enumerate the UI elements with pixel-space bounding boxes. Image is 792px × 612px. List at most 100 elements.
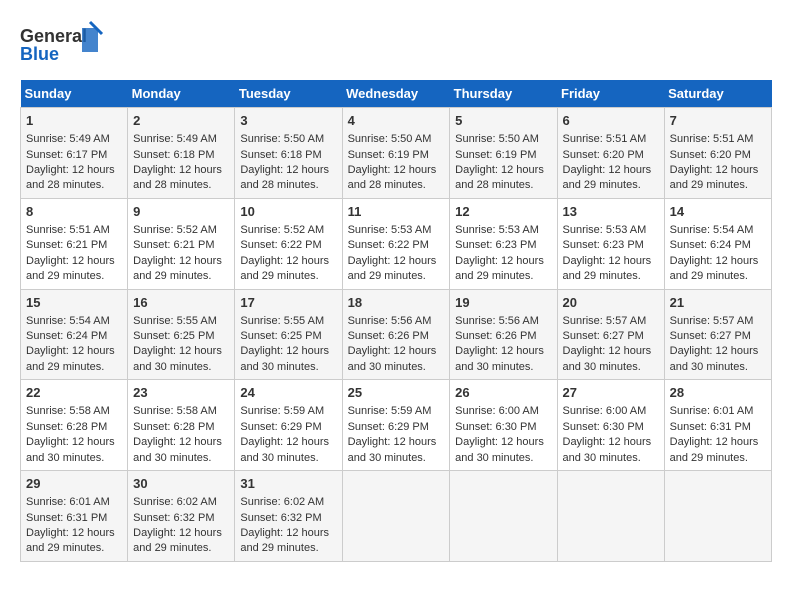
sunrise-text: Sunrise: 5:53 AM — [348, 224, 432, 236]
day-number: 15 — [26, 294, 122, 312]
header: General Blue — [20, 20, 772, 70]
daylight-text: Daylight: 12 hours and 30 minutes. — [240, 436, 329, 463]
sunrise-text: Sunrise: 5:50 AM — [348, 133, 432, 145]
daylight-text: Daylight: 12 hours and 30 minutes. — [670, 345, 759, 372]
day-number: 23 — [133, 384, 229, 402]
sunrise-text: Sunrise: 5:55 AM — [240, 315, 324, 327]
sunrise-text: Sunrise: 6:00 AM — [455, 405, 539, 417]
daylight-text: Daylight: 12 hours and 30 minutes. — [455, 345, 544, 372]
day-cell: 17Sunrise: 5:55 AMSunset: 6:25 PMDayligh… — [235, 289, 342, 380]
daylight-text: Daylight: 12 hours and 29 minutes. — [670, 164, 759, 191]
sunrise-text: Sunrise: 5:52 AM — [133, 224, 217, 236]
col-header-saturday: Saturday — [664, 80, 771, 108]
day-cell: 21Sunrise: 5:57 AMSunset: 6:27 PMDayligh… — [664, 289, 771, 380]
day-number: 28 — [670, 384, 766, 402]
day-number: 20 — [563, 294, 659, 312]
sunset-text: Sunset: 6:30 PM — [563, 421, 644, 433]
sunrise-text: Sunrise: 5:58 AM — [26, 405, 110, 417]
col-header-thursday: Thursday — [450, 80, 557, 108]
svg-text:General: General — [20, 26, 87, 46]
daylight-text: Daylight: 12 hours and 28 minutes. — [133, 164, 222, 191]
day-number: 25 — [348, 384, 445, 402]
day-number: 14 — [670, 203, 766, 221]
sunrise-text: Sunrise: 6:02 AM — [240, 496, 324, 508]
daylight-text: Daylight: 12 hours and 28 minutes. — [348, 164, 437, 191]
sunset-text: Sunset: 6:29 PM — [348, 421, 429, 433]
logo: General Blue — [20, 20, 110, 70]
daylight-text: Daylight: 12 hours and 30 minutes. — [240, 345, 329, 372]
daylight-text: Daylight: 12 hours and 29 minutes. — [133, 255, 222, 282]
day-cell — [664, 471, 771, 562]
day-number: 3 — [240, 112, 336, 130]
day-cell: 31 Sunrise: 6:02 AM Sunset: 6:32 PM Dayligh… — [235, 471, 342, 562]
sunset-text: Sunset: 6:18 PM — [133, 149, 214, 161]
day-number: 17 — [240, 294, 336, 312]
day-number: 12 — [455, 203, 551, 221]
daylight-text: Daylight: 12 hours and 30 minutes. — [26, 436, 115, 463]
day-cell — [342, 471, 450, 562]
sunset-text: Sunset: 6:32 PM — [133, 512, 214, 524]
daylight-text: Daylight: 12 hours and 29 minutes. — [348, 255, 437, 282]
week-row-1: 1Sunrise: 5:49 AMSunset: 6:17 PMDaylight… — [21, 108, 772, 199]
sunset-text: Sunset: 6:21 PM — [26, 239, 107, 251]
day-number: 27 — [563, 384, 659, 402]
day-cell: 8Sunrise: 5:51 AMSunset: 6:21 PMDaylight… — [21, 198, 128, 289]
day-cell: 24Sunrise: 5:59 AMSunset: 6:29 PMDayligh… — [235, 380, 342, 471]
day-cell: 16Sunrise: 5:55 AMSunset: 6:25 PMDayligh… — [128, 289, 235, 380]
sunrise-text: Sunrise: 5:59 AM — [348, 405, 432, 417]
sunset-text: Sunset: 6:27 PM — [563, 330, 644, 342]
day-number: 1 — [26, 112, 122, 130]
day-cell — [450, 471, 557, 562]
daylight-text: Daylight: 12 hours and 29 minutes. — [563, 255, 652, 282]
day-cell: 25Sunrise: 5:59 AMSunset: 6:29 PMDayligh… — [342, 380, 450, 471]
daylight-text: Daylight: 12 hours and 29 minutes. — [26, 527, 115, 554]
sunrise-text: Sunrise: 5:49 AM — [133, 133, 217, 145]
sunset-text: Sunset: 6:22 PM — [348, 239, 429, 251]
sunset-text: Sunset: 6:23 PM — [455, 239, 536, 251]
sunset-text: Sunset: 6:28 PM — [26, 421, 107, 433]
daylight-text: Daylight: 12 hours and 29 minutes. — [240, 255, 329, 282]
sunset-text: Sunset: 6:20 PM — [563, 149, 644, 161]
daylight-text: Daylight: 12 hours and 30 minutes. — [455, 436, 544, 463]
daylight-text: Daylight: 12 hours and 28 minutes. — [455, 164, 544, 191]
sunrise-text: Sunrise: 5:51 AM — [563, 133, 647, 145]
week-row-2: 8Sunrise: 5:51 AMSunset: 6:21 PMDaylight… — [21, 198, 772, 289]
sunrise-text: Sunrise: 5:52 AM — [240, 224, 324, 236]
sunrise-text: Sunrise: 6:00 AM — [563, 405, 647, 417]
col-header-friday: Friday — [557, 80, 664, 108]
sunset-text: Sunset: 6:28 PM — [133, 421, 214, 433]
day-number: 6 — [563, 112, 659, 130]
sunrise-text: Sunrise: 5:50 AM — [240, 133, 324, 145]
sunrise-text: Sunrise: 5:58 AM — [133, 405, 217, 417]
day-cell: 3Sunrise: 5:50 AMSunset: 6:18 PMDaylight… — [235, 108, 342, 199]
sunrise-text: Sunrise: 5:55 AM — [133, 315, 217, 327]
sunrise-text: Sunrise: 5:53 AM — [455, 224, 539, 236]
day-number: 31 — [240, 475, 336, 493]
day-cell: 28Sunrise: 6:01 AMSunset: 6:31 PMDayligh… — [664, 380, 771, 471]
day-number: 26 — [455, 384, 551, 402]
sunset-text: Sunset: 6:31 PM — [26, 512, 107, 524]
daylight-text: Daylight: 12 hours and 29 minutes. — [455, 255, 544, 282]
daylight-text: Daylight: 12 hours and 30 minutes. — [563, 436, 652, 463]
daylight-text: Daylight: 12 hours and 29 minutes. — [563, 164, 652, 191]
calendar-table: SundayMondayTuesdayWednesdayThursdayFrid… — [20, 80, 772, 562]
day-number: 4 — [348, 112, 445, 130]
sunset-text: Sunset: 6:21 PM — [133, 239, 214, 251]
daylight-text: Daylight: 12 hours and 29 minutes. — [26, 255, 115, 282]
sunset-text: Sunset: 6:23 PM — [563, 239, 644, 251]
day-cell: 30Sunrise: 6:02 AMSunset: 6:32 PMDayligh… — [128, 471, 235, 562]
sunset-text: Sunset: 6:19 PM — [348, 149, 429, 161]
daylight-text: Daylight: 12 hours and 29 minutes. — [26, 345, 115, 372]
day-number: 7 — [670, 112, 766, 130]
daylight-text: Daylight: 12 hours and 28 minutes. — [240, 164, 329, 191]
day-cell: 13Sunrise: 5:53 AMSunset: 6:23 PMDayligh… — [557, 198, 664, 289]
daylight-text: Daylight: 12 hours and 29 minutes. — [240, 527, 329, 554]
day-number: 13 — [563, 203, 659, 221]
sunset-text: Sunset: 6:32 PM — [240, 512, 321, 524]
day-number: 29 — [26, 475, 122, 493]
col-header-wednesday: Wednesday — [342, 80, 450, 108]
day-number: 8 — [26, 203, 122, 221]
day-cell: 5Sunrise: 5:50 AMSunset: 6:19 PMDaylight… — [450, 108, 557, 199]
day-cell: 12 Sunrise: 5:53 AM Sunset: 6:23 PM Dayligh… — [450, 198, 557, 289]
day-cell: 26Sunrise: 6:00 AMSunset: 6:30 PMDayligh… — [450, 380, 557, 471]
